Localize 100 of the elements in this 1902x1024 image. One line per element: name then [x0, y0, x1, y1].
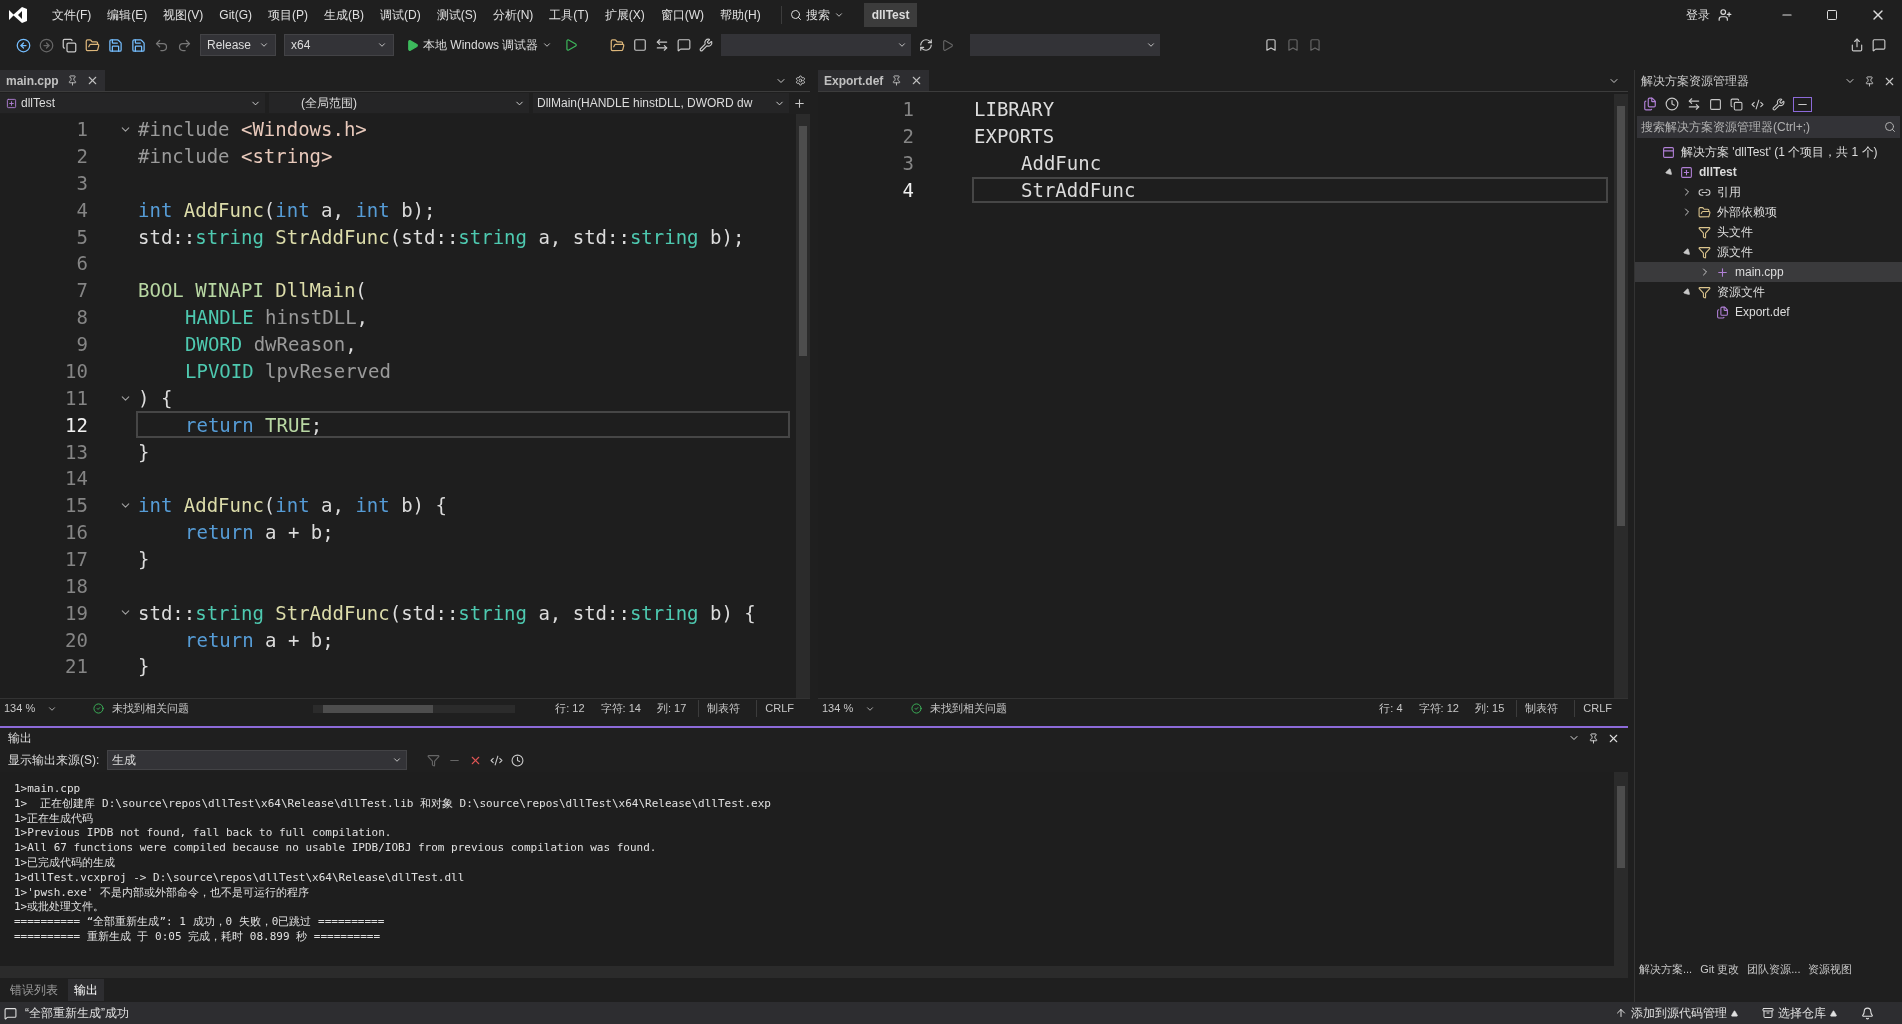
comment-icon[interactable]	[677, 38, 692, 52]
menu-item[interactable]: 分析(N)	[484, 6, 542, 24]
editor-tab[interactable]: main.cpp	[0, 70, 105, 91]
menu-item[interactable]: 项目(P)	[260, 6, 316, 24]
menu-item[interactable]: 调试(D)	[372, 6, 429, 24]
menu-item[interactable]: 生成(B)	[316, 6, 372, 24]
scrollbar[interactable]	[1614, 94, 1628, 698]
start-debugging-button[interactable]: 本地 Windows 调试器	[402, 34, 557, 56]
search-field[interactable]: 搜索解决方案资源管理器(Ctrl+;)	[1637, 116, 1900, 138]
menu-item[interactable]: 文件(F)	[44, 6, 100, 24]
issues-status[interactable]: 未找到相关问题	[112, 700, 190, 717]
cursor-position[interactable]: 字符: 14	[600, 700, 641, 717]
back-icon[interactable]	[16, 37, 31, 53]
cursor-position[interactable]: 行: 4	[1379, 700, 1403, 717]
output-line: ========== 重新生成 于 0:05 完成，耗时 08.899 秒 ==========	[14, 929, 382, 945]
output-line: 1> 正在创建库 D:\source\repos\dllTest\x64\Release\dllTest.lib 和对象 D:\source\repos\dllTest\x64\Release\dllTest.exp	[14, 796, 772, 812]
indent-mode[interactable]: 制表符	[698, 700, 749, 717]
code-line: std::string StrAddFunc(std::string a, std::string b);	[138, 224, 745, 250]
tree-item[interactable]: main.cpp	[1735, 263, 1784, 281]
menu-item[interactable]: 窗口(W)	[652, 6, 712, 24]
menu-item[interactable]: 视图(V)	[155, 6, 212, 24]
panel-tab[interactable]: 错误列表	[4, 979, 64, 1001]
cursor-position[interactable]: 列: 17	[656, 700, 687, 717]
output-line: 1>或批处理文件。	[14, 900, 106, 916]
panel-tab[interactable]: 解决方案...	[1639, 960, 1693, 978]
def-file-icon	[1715, 305, 1729, 319]
platform-dropdown[interactable]: x64	[284, 34, 395, 56]
sync-icon[interactable]	[1687, 97, 1701, 111]
line-ending[interactable]: CRLF	[756, 700, 802, 717]
history-icon[interactable]	[1665, 97, 1679, 111]
panel-tab[interactable]: 资源视图	[1808, 960, 1853, 978]
tree-item[interactable]: Export.def	[1735, 303, 1790, 321]
line-number: 10	[64, 358, 88, 384]
panel-tab[interactable]: Git 更改	[1700, 960, 1740, 978]
expanded-icon[interactable]	[1682, 247, 1692, 257]
share-icon[interactable]	[1850, 38, 1864, 52]
code-line: #include <Windows.h>	[138, 117, 367, 143]
new-item-icon[interactable]	[62, 37, 77, 53]
filter-icon[interactable]	[427, 753, 441, 767]
tree-item[interactable]: 源文件	[1717, 243, 1753, 261]
output-source-dropdown[interactable]: 生成	[107, 750, 408, 770]
redo-icon[interactable]	[177, 37, 192, 53]
tree-item[interactable]: 引用	[1717, 183, 1741, 201]
search-button[interactable]: 搜索	[780, 6, 852, 24]
scrollbar[interactable]	[1614, 772, 1628, 966]
zoom-dropdown[interactable]: 134 %	[0, 700, 62, 717]
expanded-icon[interactable]	[1664, 167, 1674, 177]
menu-item[interactable]: 扩展(X)	[596, 6, 653, 24]
save-all-icon[interactable]	[131, 37, 146, 53]
horizontal-scrollbar[interactable]	[313, 704, 516, 713]
tree-item[interactable]: 外部依赖项	[1717, 203, 1777, 221]
menu-item[interactable]: 工具(T)	[541, 6, 597, 24]
split-icon[interactable]	[793, 96, 806, 110]
output-line: 1>已完成代码的生成	[14, 856, 117, 871]
menu-item[interactable]: 测试(S)	[428, 6, 485, 24]
configuration-dropdown[interactable]: Release	[200, 34, 277, 56]
panel-tab[interactable]: 输出	[68, 979, 104, 1001]
save-icon[interactable]	[108, 37, 123, 53]
status-message: “全部重新生成”成功	[25, 1005, 129, 1022]
menu-item[interactable]: 帮助(H)	[712, 6, 769, 24]
tree-item[interactable]: 解决方案 'dllTest' (1 个项目，共 1 个)	[1681, 143, 1878, 161]
scrollbar[interactable]	[796, 114, 810, 698]
clock-icon[interactable]	[511, 753, 525, 767]
preview-icon[interactable]	[1793, 96, 1812, 112]
app-logo-icon[interactable]	[8, 6, 28, 24]
menu-item[interactable]: Git(G)	[211, 6, 260, 24]
menu-item[interactable]: 编辑(E)	[99, 6, 156, 24]
repository-button[interactable]: 选择仓库	[1762, 1004, 1837, 1022]
line-ending[interactable]: CRLF	[1574, 700, 1620, 717]
tree-item[interactable]: 头文件	[1717, 223, 1753, 241]
feedback-icon[interactable]	[1872, 38, 1886, 52]
project-dropdown[interactable]: dllTest	[0, 93, 265, 113]
line-number: 18	[64, 573, 88, 599]
code-icon[interactable]	[1751, 97, 1764, 111]
tree-item[interactable]: dllTest	[1699, 163, 1737, 181]
tree-item[interactable]: 资源文件	[1717, 283, 1765, 301]
cursor-position[interactable]: 行: 12	[555, 700, 585, 717]
zoom-dropdown[interactable]: 134 %	[818, 700, 880, 717]
panel-tab[interactable]: 团队资源...	[1747, 960, 1801, 978]
open-folder-icon[interactable]	[85, 37, 100, 53]
cursor-position[interactable]: 列: 15	[1474, 700, 1505, 717]
issues-status[interactable]: 未找到相关问题	[930, 700, 1008, 717]
editor-tab[interactable]: Export.def	[818, 70, 930, 91]
sign-in-link[interactable]: 登录	[1686, 6, 1710, 24]
source-control-button[interactable]: 添加到源代码管理	[1615, 1004, 1738, 1022]
cursor-position[interactable]: 字符: 12	[1418, 700, 1459, 717]
folder-search-icon[interactable]	[610, 37, 626, 53]
expanded-icon[interactable]	[1682, 287, 1692, 297]
wrench-icon[interactable]	[1772, 97, 1785, 111]
member-dropdown[interactable]: DllMain(HANDLE hinstDLL, DWORD dw	[533, 93, 789, 113]
copy-icon[interactable]	[1730, 97, 1743, 111]
solution-icon[interactable]	[1643, 97, 1657, 111]
play-icon[interactable]	[564, 38, 579, 52]
forward-icon[interactable]	[39, 37, 54, 53]
indent-mode[interactable]: 制表符	[1516, 700, 1567, 717]
bookmark-icon[interactable]	[1264, 38, 1279, 52]
tool-icon[interactable]	[699, 38, 714, 52]
undo-icon[interactable]	[154, 37, 169, 53]
scope-dropdown[interactable]: (全局范围)	[269, 93, 529, 113]
play-icon[interactable]	[941, 38, 955, 52]
